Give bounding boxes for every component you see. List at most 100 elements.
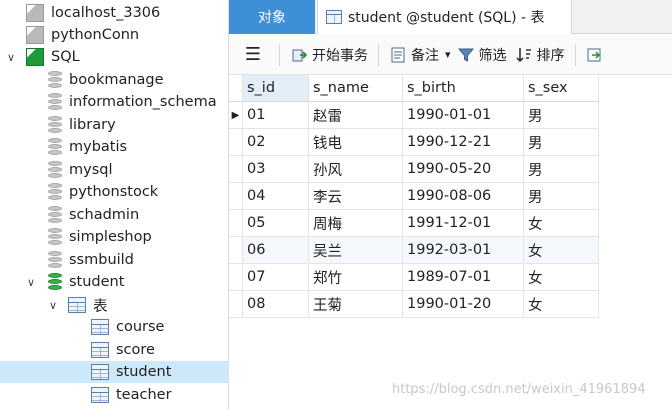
- cell-s-sex[interactable]: 女: [524, 291, 599, 318]
- tab-label: 对象: [258, 10, 286, 26]
- filter-button[interactable]: 筛选: [457, 40, 507, 70]
- column-header-s-id[interactable]: s_id: [243, 75, 309, 102]
- cell-s-id[interactable]: 05: [243, 210, 309, 237]
- tree-item-tables-folder[interactable]: ∨ 表: [0, 294, 228, 316]
- chevron-down-icon[interactable]: ∨: [46, 298, 60, 312]
- table-row[interactable]: 07 郑竹 1989-07-01 女: [229, 264, 599, 291]
- tree-item-label: course: [116, 319, 165, 335]
- cell-s-id[interactable]: 01: [243, 102, 309, 129]
- cell-s-name[interactable]: 钱电: [309, 129, 403, 156]
- tree-item-mysql[interactable]: mysql: [0, 159, 228, 181]
- cell-s-sex[interactable]: 男: [524, 183, 599, 210]
- row-marker: [229, 237, 243, 264]
- tree-item-label: schadmin: [69, 207, 140, 223]
- tree-item-label: mysql: [69, 162, 113, 178]
- table-row[interactable]: 04 李云 1990-08-06 男: [229, 183, 599, 210]
- cell-s-name[interactable]: 孙风: [309, 156, 403, 183]
- row-marker: [229, 264, 243, 291]
- cell-s-birth[interactable]: 1992-03-01: [403, 237, 524, 264]
- cell-s-name[interactable]: 赵雷: [309, 102, 403, 129]
- cell-s-name[interactable]: 李云: [309, 183, 403, 210]
- tree-item-label: mybatis: [69, 139, 128, 155]
- cell-s-id[interactable]: 07: [243, 264, 309, 291]
- cell-s-birth[interactable]: 1990-01-01: [403, 102, 524, 129]
- transaction-icon: [290, 46, 308, 64]
- sort-button[interactable]: 排序: [515, 40, 565, 70]
- cell-s-birth[interactable]: 1989-07-01: [403, 264, 524, 291]
- memo-dropdown-icon[interactable]: ▾: [445, 48, 451, 61]
- cell-s-birth[interactable]: 1990-05-20: [403, 156, 524, 183]
- tab-student-table[interactable]: student @student (SQL) - 表: [317, 0, 572, 34]
- cell-s-birth[interactable]: 1990-01-20: [403, 291, 524, 318]
- cell-s-sex[interactable]: 男: [524, 156, 599, 183]
- hamburger-icon: ☰: [244, 44, 262, 65]
- tree-item-schadmin[interactable]: schadmin: [0, 204, 228, 226]
- memo-icon: [389, 46, 407, 64]
- cell-s-id[interactable]: 02: [243, 129, 309, 156]
- table-row[interactable]: 05 周梅 1991-12-01 女: [229, 210, 599, 237]
- grid-header-row: s_id s_name s_birth s_sex: [229, 75, 599, 102]
- cell-s-birth[interactable]: 1990-08-06: [403, 183, 524, 210]
- cell-s-sex[interactable]: 女: [524, 210, 599, 237]
- tree-item-pythonstock[interactable]: pythonstock: [0, 181, 228, 203]
- cell-s-name[interactable]: 周梅: [309, 210, 403, 237]
- table-row[interactable]: ▶ 01 赵雷 1990-01-01 男: [229, 102, 599, 129]
- cell-s-id[interactable]: 08: [243, 291, 309, 318]
- tree-item-course[interactable]: course: [0, 316, 228, 338]
- tree-item-bookmanage[interactable]: bookmanage: [0, 69, 228, 91]
- cell-s-sex[interactable]: 女: [524, 264, 599, 291]
- tree-item-sql[interactable]: ∨ SQL: [0, 46, 228, 68]
- column-header-s-name[interactable]: s_name: [309, 75, 403, 102]
- table-row[interactable]: 06 吴兰 1992-03-01 女: [229, 237, 599, 264]
- cell-s-sex[interactable]: 男: [524, 102, 599, 129]
- toolbar: ☰ 开始事务 备注 ▾ 筛选 排序: [229, 35, 672, 75]
- database-icon: [48, 228, 62, 246]
- tree-item-simpleshop[interactable]: simpleshop: [0, 226, 228, 248]
- memo-label: 备注: [411, 47, 439, 64]
- watermark-text: https://blog.csdn.net/weixin_41961894: [392, 382, 646, 397]
- tree-item-localhost[interactable]: localhost_3306: [0, 2, 228, 24]
- tree-item-library[interactable]: library: [0, 114, 228, 136]
- tab-objects[interactable]: 对象: [229, 0, 315, 34]
- tree-item-student-table[interactable]: student: [0, 361, 228, 383]
- database-icon: [48, 93, 62, 111]
- tree-item-pythonconn[interactable]: pythonConn: [0, 24, 228, 46]
- tree-item-label: student: [116, 364, 172, 380]
- cell-s-sex[interactable]: 男: [524, 129, 599, 156]
- chevron-down-icon[interactable]: ∨: [24, 275, 38, 289]
- menu-button[interactable]: ☰: [237, 40, 269, 70]
- tree-item-teacher[interactable]: teacher: [0, 384, 228, 406]
- tree-item-label: ssmbuild: [69, 252, 134, 268]
- cell-s-name[interactable]: 郑竹: [309, 264, 403, 291]
- navigation-tree: localhost_3306 pythonConn ∨ SQL bookmana…: [0, 0, 229, 410]
- column-header-s-sex[interactable]: s_sex: [524, 75, 599, 102]
- table-row[interactable]: 03 孙风 1990-05-20 男: [229, 156, 599, 183]
- cell-s-id[interactable]: 06: [243, 237, 309, 264]
- sort-icon: [515, 46, 533, 64]
- memo-button[interactable]: 备注 ▾: [389, 40, 451, 70]
- tree-item-information-schema[interactable]: information_schema: [0, 91, 228, 113]
- table-icon: [91, 364, 109, 380]
- column-header-s-birth[interactable]: s_birth: [403, 75, 524, 102]
- table-row[interactable]: 02 钱电 1990-12-21 男: [229, 129, 599, 156]
- begin-transaction-button[interactable]: 开始事务: [290, 40, 368, 70]
- tree-item-ssmbuild[interactable]: ssmbuild: [0, 249, 228, 271]
- cell-s-sex[interactable]: 女: [524, 237, 599, 264]
- cell-s-birth[interactable]: 1991-12-01: [403, 210, 524, 237]
- cell-s-birth[interactable]: 1990-12-21: [403, 129, 524, 156]
- tree-item-student-db[interactable]: ∨ student: [0, 271, 228, 293]
- chevron-down-icon[interactable]: ∨: [4, 50, 18, 64]
- table-row[interactable]: 08 王菊 1990-01-20 女: [229, 291, 599, 318]
- tree-item-mybatis[interactable]: mybatis: [0, 136, 228, 158]
- import-button[interactable]: [586, 40, 608, 70]
- tab-bar: 对象 student @student (SQL) - 表: [229, 0, 672, 34]
- cell-s-id[interactable]: 04: [243, 183, 309, 210]
- cell-s-id[interactable]: 03: [243, 156, 309, 183]
- table-icon: [91, 342, 109, 358]
- row-header-corner: [229, 75, 243, 102]
- tree-item-score[interactable]: score: [0, 339, 228, 361]
- tree-item-label: bookmanage: [69, 72, 164, 88]
- cell-s-name[interactable]: 吴兰: [309, 237, 403, 264]
- cell-s-name[interactable]: 王菊: [309, 291, 403, 318]
- begin-transaction-label: 开始事务: [312, 47, 368, 64]
